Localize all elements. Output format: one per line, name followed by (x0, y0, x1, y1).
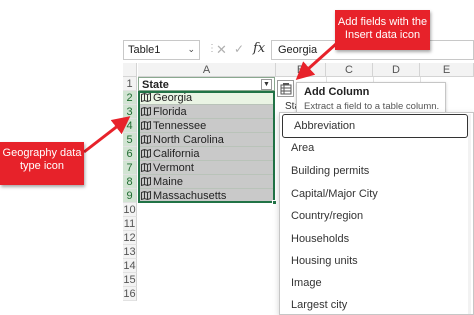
table-header-cell[interactable]: State ▼ (138, 77, 275, 91)
table-row[interactable]: Tennessee (138, 119, 275, 133)
state-name: Massachusetts (153, 190, 227, 202)
geography-icon[interactable] (141, 121, 151, 130)
field-item-area[interactable]: Area (280, 136, 466, 160)
table-row[interactable]: Florida (138, 105, 275, 119)
row-header[interactable]: 2 (123, 91, 137, 105)
insert-function-button[interactable]: fx (253, 41, 265, 56)
column-header-b[interactable]: B (276, 63, 326, 77)
state-name: Georgia (153, 92, 193, 104)
field-list-scrollbar[interactable] (468, 114, 471, 314)
tooltip-description: Extract a field to a table column. (304, 101, 440, 112)
row-header[interactable]: 13 (123, 245, 137, 259)
fill-handle[interactable] (272, 200, 277, 205)
geography-icon[interactable] (141, 177, 151, 186)
arrow-to-geography-icon (83, 116, 131, 154)
name-box-value: Table1 (128, 44, 161, 56)
row-header[interactable]: 15 (123, 273, 137, 287)
table-row[interactable]: Vermont (138, 161, 275, 175)
cancel-icon[interactable]: ✕ (216, 42, 227, 58)
add-column-tooltip: Add Column Extract a field to a table co… (296, 82, 446, 114)
state-name: North Carolina (153, 134, 224, 146)
row-header[interactable]: 1 (123, 77, 137, 91)
insert-data-glyph (280, 83, 292, 95)
field-item-country-region[interactable]: Country/region (280, 204, 466, 228)
row-header[interactable]: 10 (123, 203, 137, 217)
chevron-down-icon[interactable]: ⌄ (187, 44, 195, 55)
row-header[interactable]: 6 (123, 147, 137, 161)
geography-icon[interactable] (141, 135, 151, 144)
table-row[interactable]: California (138, 147, 275, 161)
state-name: Tennessee (153, 120, 207, 132)
enter-icon[interactable]: ✓ (234, 42, 244, 56)
insert-data-icon[interactable] (277, 80, 294, 97)
state-name: Maine (153, 176, 183, 188)
geography-icon[interactable] (141, 163, 151, 172)
state-name: Florida (153, 106, 187, 118)
field-item-image[interactable]: Image (280, 271, 466, 295)
callout-geography-type: Geography data type icon (0, 142, 84, 185)
table-row[interactable]: North Carolina (138, 133, 275, 147)
name-box[interactable]: Table1 ⌄ (123, 40, 200, 60)
row-header[interactable]: 11 (123, 217, 137, 231)
geography-icon[interactable] (141, 93, 151, 102)
row-header[interactable]: 8 (123, 175, 137, 189)
column-header-e[interactable]: E (420, 63, 474, 77)
row-header[interactable]: 5 (123, 133, 137, 147)
row-header[interactable]: 12 (123, 231, 137, 245)
geography-icon[interactable] (141, 107, 151, 116)
field-item-abbreviation[interactable]: Abbreviation (282, 114, 468, 138)
row-header[interactable]: 9 (123, 189, 137, 203)
column-header-d[interactable]: D (373, 63, 420, 77)
table-header-label: State (142, 79, 169, 91)
geography-icon[interactable] (141, 149, 151, 158)
state-name: California (153, 148, 200, 160)
geography-icon[interactable] (141, 191, 151, 200)
table-row[interactable]: Massachusetts (138, 189, 275, 203)
field-item-largest-city[interactable]: Largest city (280, 293, 466, 315)
state-name: Vermont (153, 162, 194, 174)
field-item-capital[interactable]: Capital/Major City (280, 182, 466, 206)
column-header-c[interactable]: C (326, 63, 373, 77)
row-header[interactable]: 14 (123, 259, 137, 273)
table-row[interactable]: Georgia (138, 91, 275, 105)
row-header[interactable]: 3 (123, 105, 137, 119)
table-row[interactable]: Maine (138, 175, 275, 189)
column-header-a[interactable]: A (138, 63, 276, 77)
field-item-building-permits[interactable]: Building permits (280, 159, 466, 183)
field-item-households[interactable]: Households (280, 227, 466, 251)
filter-dropdown-icon[interactable]: ▼ (261, 79, 272, 90)
row-header[interactable]: 16 (123, 287, 137, 301)
callout-insert-data: Add fields with the Insert data icon (335, 10, 430, 50)
row-header[interactable]: 4 (123, 119, 137, 133)
row-header[interactable]: 7 (123, 161, 137, 175)
select-all-corner[interactable] (123, 63, 137, 77)
field-item-housing-units[interactable]: Housing units (280, 249, 466, 273)
field-list: Abbreviation Area Building permits Capit… (279, 112, 474, 315)
tooltip-title: Add Column (304, 86, 370, 98)
